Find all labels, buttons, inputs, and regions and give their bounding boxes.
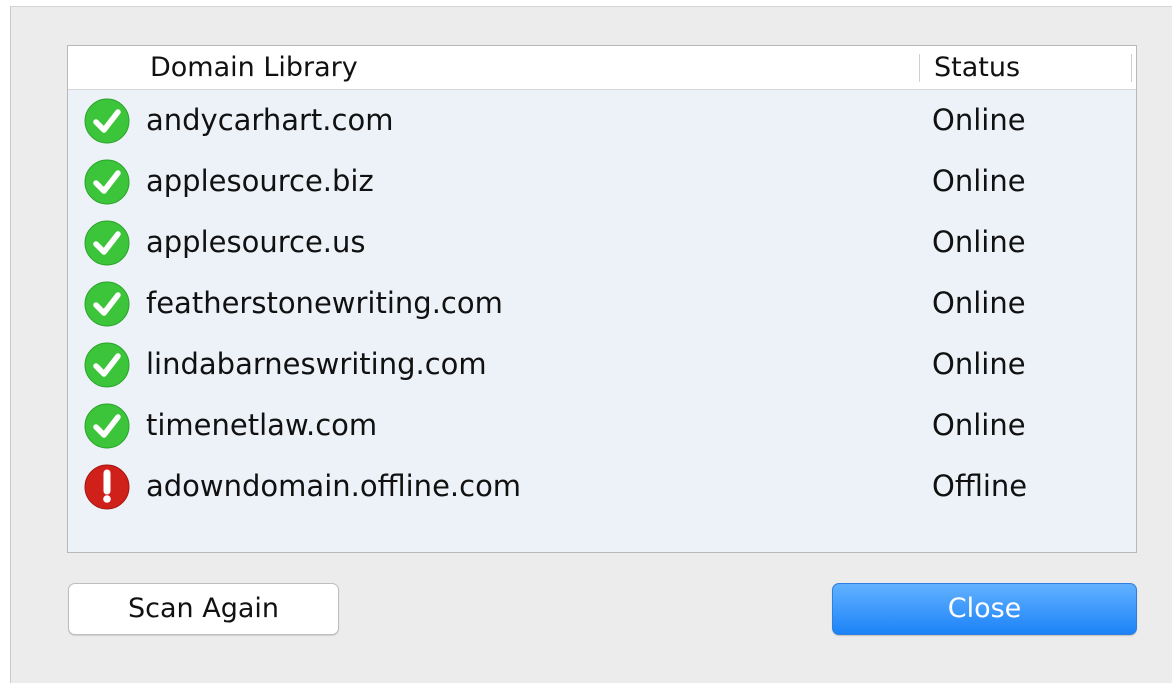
column-header-status[interactable]: Status — [934, 46, 1020, 89]
check-circle-icon — [84, 403, 130, 449]
alert-circle-icon — [84, 464, 130, 510]
table-row[interactable]: featherstonewriting.com Online — [68, 273, 1136, 334]
domain-table: Domain Library Status andycarhart.com On… — [67, 45, 1137, 553]
check-circle-icon — [84, 342, 130, 388]
domain-name: applesource.biz — [146, 164, 374, 198]
domain-status: Offline — [932, 469, 1028, 503]
table-row[interactable]: adowndomain.offline.com Offline — [68, 456, 1136, 517]
domain-status: Online — [932, 225, 1026, 259]
table-header: Domain Library Status — [68, 46, 1136, 90]
domain-status: Online — [932, 347, 1026, 381]
domain-name: andycarhart.com — [146, 103, 394, 137]
domain-status: Online — [932, 408, 1026, 442]
domain-status: Online — [932, 286, 1026, 320]
domain-status: Online — [932, 164, 1026, 198]
column-header-domain-library[interactable]: Domain Library — [150, 46, 358, 89]
table-row[interactable]: timenetlaw.com Online — [68, 395, 1136, 456]
domain-name: featherstonewriting.com — [146, 286, 503, 320]
check-circle-icon — [84, 159, 130, 205]
column-divider — [1131, 54, 1132, 82]
table-row[interactable]: applesource.us Online — [68, 212, 1136, 273]
table-row[interactable]: andycarhart.com Online — [68, 90, 1136, 151]
column-divider — [919, 54, 920, 82]
check-circle-icon — [84, 281, 130, 327]
domain-status: Online — [932, 103, 1026, 137]
domain-name: adowndomain.offline.com — [146, 469, 522, 503]
table-row[interactable]: applesource.biz Online — [68, 151, 1136, 212]
domain-name: lindabarneswriting.com — [146, 347, 487, 381]
scan-again-button[interactable]: Scan Again — [68, 583, 339, 635]
check-circle-icon — [84, 98, 130, 144]
table-row[interactable]: lindabarneswriting.com Online — [68, 334, 1136, 395]
domain-status-dialog: Domain Library Status andycarhart.com On… — [10, 6, 1172, 683]
domain-name: timenetlaw.com — [146, 408, 378, 442]
domain-name: applesource.us — [146, 225, 366, 259]
check-circle-icon — [84, 220, 130, 266]
close-button[interactable]: Close — [832, 583, 1137, 635]
